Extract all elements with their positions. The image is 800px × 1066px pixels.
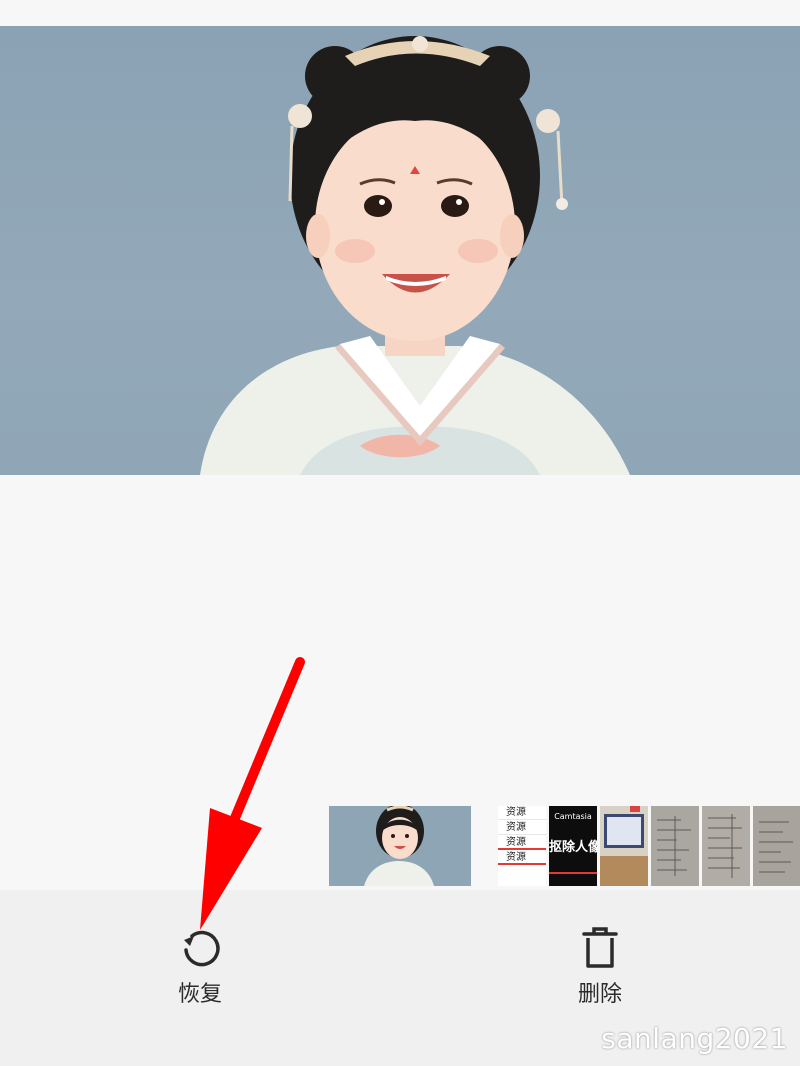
trash-icon bbox=[582, 927, 618, 968]
thumbnail-illustration bbox=[329, 806, 471, 886]
thumb-row-text: 资源 bbox=[498, 851, 546, 865]
thumbnail-notes-2[interactable] bbox=[702, 806, 750, 886]
thumbnail-notes-3[interactable] bbox=[753, 806, 800, 886]
thumb-row-text: 资源 bbox=[498, 806, 546, 820]
thumb-underline bbox=[549, 872, 597, 874]
thumbnail-resources[interactable]: 资源 资源 资源 资源 bbox=[498, 806, 546, 886]
thumb-title: Camtasia bbox=[554, 812, 592, 821]
thumbnail-selected[interactable] bbox=[329, 806, 471, 886]
restore-label: 恢复 bbox=[177, 982, 222, 1007]
thumbnail-illustration bbox=[753, 806, 800, 886]
thumbnail-notes-1[interactable] bbox=[651, 806, 699, 886]
delete-label: 删除 bbox=[577, 982, 622, 1007]
main-photo[interactable] bbox=[0, 26, 800, 475]
photo-illustration bbox=[200, 36, 630, 475]
thumbnail-illustration bbox=[651, 806, 699, 886]
thumbnail-camtasia[interactable]: Camtasia 抠除人像 bbox=[549, 806, 597, 886]
photo-viewer: 资源 资源 资源 资源 Camtasia 抠除人像 bbox=[0, 0, 800, 890]
restore-button[interactable]: 恢复 bbox=[140, 926, 260, 1016]
delete-button[interactable]: 删除 bbox=[540, 926, 660, 1016]
thumbnail-classroom[interactable] bbox=[600, 806, 648, 886]
thumbnail-illustration bbox=[600, 806, 648, 886]
thumb-caption: 抠除人像 bbox=[549, 840, 597, 855]
thumb-row-text: 资源 bbox=[498, 821, 546, 835]
thumbnail-illustration bbox=[702, 806, 750, 886]
thumbnail-strip: 资源 资源 资源 资源 Camtasia 抠除人像 bbox=[0, 806, 800, 886]
thumb-row-text: 资源 bbox=[498, 836, 546, 850]
restore-icon bbox=[184, 930, 220, 967]
watermark-text: sanlang2021 bbox=[601, 1022, 788, 1055]
